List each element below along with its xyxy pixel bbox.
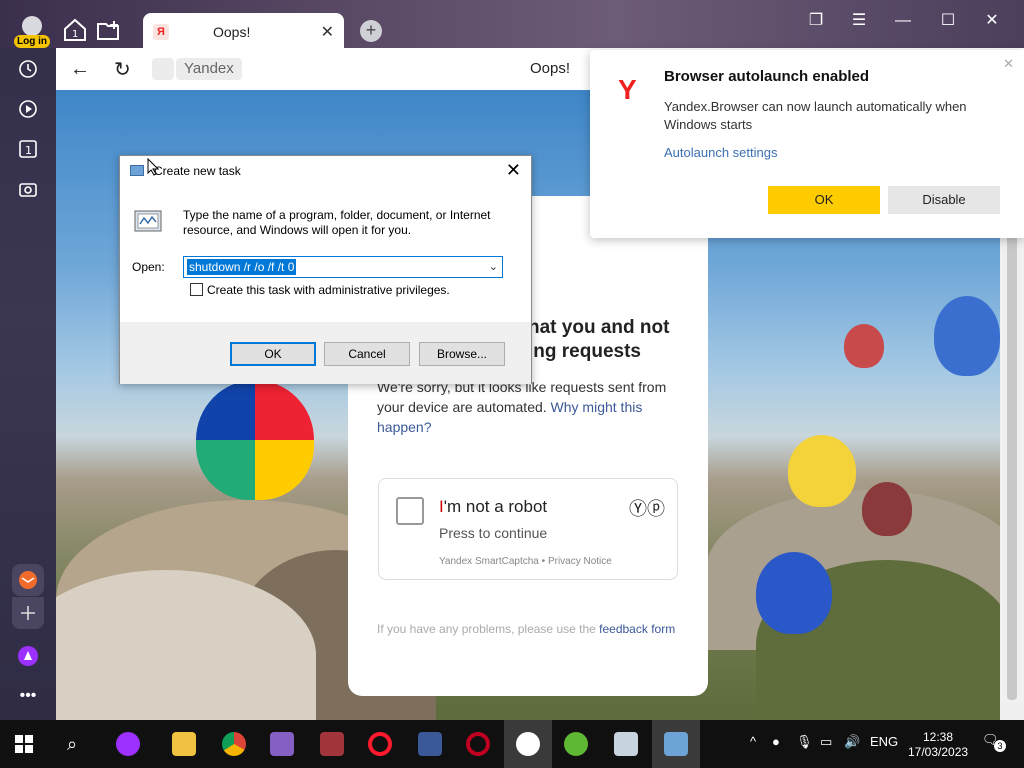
notification-title: Browser autolaunch enabled: [664, 68, 870, 85]
maximize-icon[interactable]: ☐: [937, 10, 959, 32]
dialog-titlebar[interactable]: Create new task ✕: [120, 156, 531, 186]
screenshot-camera-icon[interactable]: [12, 173, 44, 205]
yandex-logo-icon: Y: [618, 74, 637, 105]
new-tab-plus-icon[interactable]: +: [360, 20, 382, 42]
login-button[interactable]: Log in: [12, 14, 52, 48]
captcha-explanation: We're sorry, but it looks like requests …: [377, 379, 667, 435]
cancel-button[interactable]: Cancel: [324, 342, 410, 366]
sidebar: 1 •••: [0, 48, 56, 720]
admin-checkbox-label[interactable]: Create this task with administrative pri…: [207, 283, 450, 297]
alice-taskbar-icon[interactable]: [112, 728, 144, 760]
menu-hamburger-icon[interactable]: ☰: [848, 10, 870, 32]
notifications-center-icon[interactable]: 🗨 3: [982, 732, 1006, 754]
network-icon[interactable]: ▭: [820, 734, 832, 750]
browse-button[interactable]: Browse...: [419, 342, 505, 366]
alice-assistant-icon[interactable]: [12, 640, 44, 672]
autolaunch-notification: Y Browser autolaunch enabled Yandex.Brow…: [590, 50, 1024, 238]
chrome-icon[interactable]: [218, 728, 250, 760]
press-to-continue: Press to continue: [439, 525, 548, 541]
run-program-icon: [134, 210, 162, 232]
home-tab-icon[interactable]: 1: [62, 17, 88, 43]
tab-oops[interactable]: Я Oops! ✕: [143, 13, 344, 53]
not-robot-box[interactable]: I'm not a robot Press to continue Yandex…: [378, 478, 678, 580]
windows-start-icon[interactable]: [8, 728, 40, 760]
facebook-icon[interactable]: [414, 728, 446, 760]
command-text[interactable]: shutdown /r /o /f /t 0: [187, 259, 297, 275]
utorrent-icon[interactable]: [560, 728, 592, 760]
opera-icon[interactable]: [364, 728, 396, 760]
winrar-icon[interactable]: [316, 728, 348, 760]
privacy-notice-link[interactable]: Privacy Notice: [548, 556, 612, 567]
run-window-icon: [130, 165, 144, 176]
task-manager-icon[interactable]: [610, 728, 642, 760]
user-avatar-icon: [22, 16, 42, 36]
notification-ok-button[interactable]: OK: [768, 186, 880, 214]
chevron-down-icon[interactable]: ⌄: [489, 260, 498, 273]
file-explorer-icon[interactable]: [168, 728, 200, 760]
tray-app-icon[interactable]: ●: [772, 734, 780, 749]
yandex-favicon-icon: Я: [153, 24, 169, 40]
captcha-footer: If you have any problems, please use the…: [377, 622, 676, 636]
back-arrow-icon[interactable]: ←: [70, 58, 90, 81]
history-clock-icon[interactable]: [12, 53, 44, 85]
tray-chevron-up-icon[interactable]: ^: [750, 734, 756, 749]
dialog-description: Type the name of a program, folder, docu…: [183, 208, 491, 237]
login-label: Log in: [14, 35, 50, 48]
svg-text:1: 1: [72, 29, 78, 40]
mail-app-icon[interactable]: [12, 564, 44, 596]
not-robot-label: I'm not a robot: [439, 497, 548, 516]
opera-gx-icon[interactable]: [462, 728, 494, 760]
captcha-legal: Yandex SmartCaptcha • Privacy Notice: [439, 556, 612, 567]
browser-titlebar: Log in 1 Я Oops! ✕ + ❐ ☰ — ☐ ✕: [0, 0, 1024, 53]
captcha-heading: hat you and not ing requests: [528, 317, 670, 362]
dialog-button-bar: OK Cancel Browse...: [120, 322, 531, 384]
close-window-icon[interactable]: ✕: [981, 10, 1003, 32]
language-indicator[interactable]: ENG: [870, 734, 898, 749]
page-title: Oops!: [530, 60, 571, 77]
tab-title: Oops!: [213, 24, 251, 40]
add-panel-plus-icon[interactable]: [12, 597, 44, 629]
autolaunch-settings-link[interactable]: Autolaunch settings: [664, 145, 777, 160]
reload-icon[interactable]: ↻: [114, 57, 131, 82]
visual-studio-icon[interactable]: [266, 728, 298, 760]
microphone-icon[interactable]: 🎙: [796, 734, 813, 750]
system-clock[interactable]: 12:38 17/03/2023: [908, 730, 968, 760]
tab-close-icon[interactable]: ✕: [321, 22, 334, 42]
search-icon[interactable]: ⌕: [56, 728, 88, 760]
tab-counter-icon[interactable]: 1: [12, 133, 44, 165]
dialog-title: Create new task: [154, 164, 241, 178]
not-robot-checkbox[interactable]: [396, 497, 424, 525]
folder-tabs-icon[interactable]: [96, 17, 122, 43]
notification-close-icon[interactable]: ✕: [1003, 56, 1014, 72]
windows-taskbar: ⌕ ^ ● 🎙 ▭ 🔊 ENG 12:38 17/03/2023 🗨 3: [0, 720, 1024, 768]
notification-body: Yandex.Browser can now launch automatica…: [664, 99, 967, 132]
notification-disable-button[interactable]: Disable: [888, 186, 1000, 214]
feedback-form-link[interactable]: feedback form: [599, 622, 675, 636]
more-dots-icon[interactable]: •••: [12, 680, 44, 712]
smartcaptcha-logo-icon: Ⓨⓟ: [629, 499, 665, 519]
mouse-cursor-icon: [147, 158, 159, 176]
run-dialog-taskbar-icon[interactable]: [652, 720, 700, 768]
open-label: Open:: [132, 260, 165, 274]
minimize-icon[interactable]: —: [892, 10, 914, 32]
svg-text:1: 1: [25, 144, 32, 157]
bookmarks-icon[interactable]: ❐: [805, 10, 827, 32]
create-task-dialog: Create new task ✕ Type the name of a pro…: [119, 155, 532, 384]
volume-icon[interactable]: 🔊: [844, 734, 860, 750]
dialog-close-icon[interactable]: ✕: [506, 160, 521, 181]
admin-checkbox[interactable]: [190, 283, 203, 296]
video-play-icon[interactable]: [12, 93, 44, 125]
ok-button[interactable]: OK: [230, 342, 316, 366]
smartcaptcha-link[interactable]: Yandex SmartCaptcha: [439, 556, 539, 567]
site-lock-icon[interactable]: [152, 58, 174, 80]
address-domain[interactable]: Yandex: [176, 58, 242, 80]
yandex-browser-taskbar-icon[interactable]: [504, 720, 552, 768]
command-input[interactable]: shutdown /r /o /f /t 0 ⌄: [183, 256, 503, 278]
